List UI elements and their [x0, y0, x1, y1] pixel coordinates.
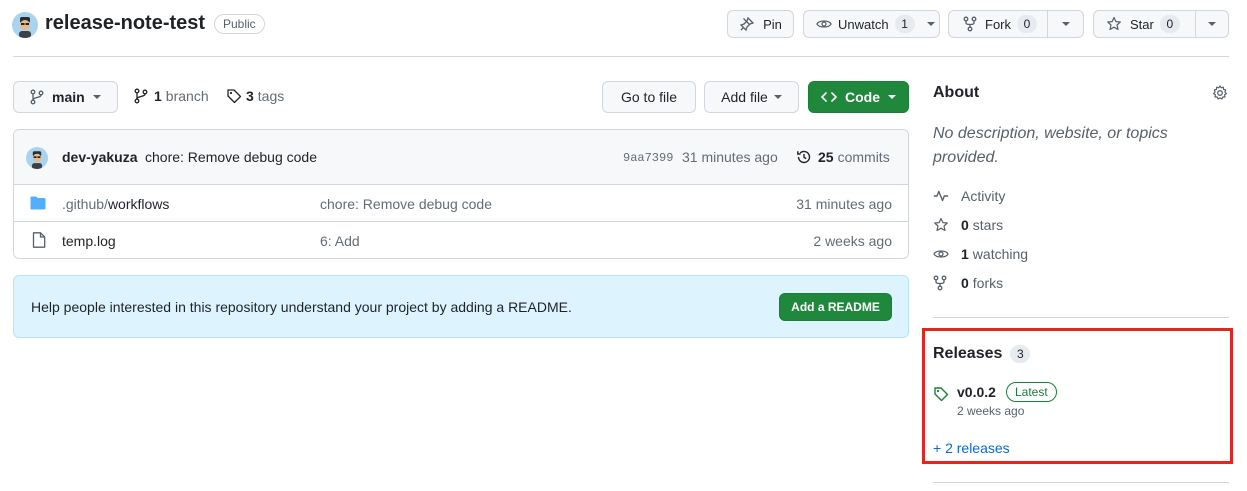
- star-label: Star: [1130, 16, 1154, 32]
- fork-icon: [963, 16, 977, 32]
- pulse-icon: [933, 188, 949, 204]
- file-commit-message-temp-log[interactable]: 6: Add: [320, 233, 360, 249]
- file-row-temp-log[interactable]: [14, 222, 908, 258]
- about-description: No description, website, or topics provi…: [933, 125, 1168, 166]
- add-file-button[interactable]: Add file: [704, 81, 799, 113]
- commit-word: commits: [837, 149, 890, 165]
- tag-word: tags: [257, 88, 285, 104]
- releases-heading: Releases: [933, 345, 1003, 362]
- fork-button[interactable]: Fork 0: [948, 10, 1048, 38]
- watch-count: 1: [894, 15, 915, 33]
- commit-message[interactable]: chore: Remove debug code: [145, 149, 317, 165]
- fork-dropdown-button[interactable]: [1047, 10, 1084, 38]
- fork-caret-icon: [1061, 22, 1070, 26]
- forks-fork-icon: [933, 275, 947, 291]
- visibility-badge: Public: [214, 14, 265, 34]
- watching-eye-icon: [933, 246, 949, 262]
- code-label: Code: [845, 89, 880, 105]
- activity-label: Activity: [961, 188, 1006, 204]
- file-icon: [32, 232, 46, 248]
- star-button[interactable]: Star 0: [1093, 10, 1196, 38]
- releases-heading-link[interactable]: Releases 3: [933, 345, 1031, 363]
- star-icon: [1106, 16, 1122, 32]
- file-path-prefix: .github/: [62, 196, 108, 212]
- commit-sha[interactable]: 9aa7399: [623, 151, 673, 165]
- star-count: 0: [1159, 15, 1180, 33]
- forks-word: forks: [972, 275, 1004, 291]
- release-time: 2 weeks ago: [957, 404, 1025, 418]
- file-path-name: workflows: [107, 196, 170, 212]
- releases-count: 3: [1010, 345, 1031, 363]
- watching-word: watching: [972, 246, 1029, 262]
- gear-icon[interactable]: [1212, 85, 1228, 101]
- code-caret-icon: [888, 95, 896, 99]
- watch-caret-icon: [926, 22, 935, 26]
- tag-count: 3: [246, 88, 254, 104]
- header-divider: [13, 56, 1229, 57]
- pin-icon: [739, 16, 755, 32]
- about-divider: [933, 317, 1229, 318]
- release-tag-icon: [933, 386, 949, 402]
- branch-word: branch: [165, 88, 209, 104]
- repo-name[interactable]: release-note-test: [45, 12, 205, 35]
- watching-count: 1: [961, 246, 969, 262]
- more-releases-link[interactable]: + 2 releases: [933, 440, 1010, 456]
- branch-count: 1: [154, 88, 162, 104]
- fork-label: Fork: [985, 16, 1011, 32]
- file-time-workflows: 31 minutes ago: [796, 196, 892, 212]
- branch-select-button[interactable]: main: [13, 81, 118, 113]
- eye-icon: [816, 16, 832, 32]
- history-icon: [796, 149, 812, 165]
- readme-banner: Help people interested in this repositor…: [13, 275, 909, 338]
- commit-author[interactable]: dev-yakuza: [62, 149, 137, 165]
- release-tag-name[interactable]: v0.0.2: [957, 384, 996, 400]
- readme-banner-text: Help people interested in this repositor…: [31, 299, 572, 315]
- file-name-workflows[interactable]: .github/workflows: [62, 196, 169, 212]
- add-file-caret-icon: [773, 95, 782, 99]
- file-time-temp-log: 2 weeks ago: [813, 233, 892, 249]
- tags-link[interactable]: 3 tags: [226, 88, 284, 104]
- stars-star-icon: [933, 217, 949, 233]
- activity-link[interactable]: Activity: [933, 188, 1005, 204]
- repo-avatar[interactable]: [12, 12, 38, 38]
- branch-icon: [30, 89, 44, 105]
- code-button[interactable]: Code: [808, 81, 909, 113]
- releases-divider: [933, 482, 1229, 483]
- stars-word: stars: [972, 217, 1004, 233]
- star-dropdown-button[interactable]: [1195, 10, 1229, 38]
- watching-link[interactable]: 1 watching: [933, 246, 1028, 262]
- code-icon: [821, 89, 837, 105]
- branches-link[interactable]: 1 branch: [134, 88, 209, 104]
- file-list-box: dev-yakuza chore: Remove debug code 9aa7…: [13, 129, 909, 259]
- pin-label: Pin: [763, 16, 782, 32]
- watch-label: Unwatch: [838, 16, 889, 32]
- about-heading: About: [933, 84, 980, 101]
- folder-icon: [30, 196, 46, 210]
- commit-author-avatar[interactable]: [26, 147, 48, 169]
- branch-caret-icon: [92, 95, 101, 99]
- star-caret-icon: [1208, 22, 1216, 26]
- go-to-file-button[interactable]: Go to file: [602, 81, 696, 113]
- branch-count-icon: [134, 88, 148, 104]
- forks-count: 0: [961, 275, 969, 291]
- commit-time: 31 minutes ago: [682, 149, 778, 165]
- fork-count: 0: [1017, 15, 1037, 33]
- latest-badge: Latest: [1006, 382, 1057, 402]
- pin-button[interactable]: Pin: [727, 10, 794, 38]
- file-name-temp-log[interactable]: temp.log: [62, 233, 116, 249]
- commits-link[interactable]: 25 commits: [796, 149, 890, 165]
- tag-icon: [226, 88, 242, 104]
- watch-button[interactable]: Unwatch 1: [803, 10, 940, 38]
- branch-name: main: [52, 89, 85, 105]
- file-commit-message-workflows[interactable]: chore: Remove debug code: [320, 196, 492, 212]
- forks-link[interactable]: 0 forks: [933, 275, 1003, 291]
- stars-link[interactable]: 0 stars: [933, 217, 1003, 233]
- add-readme-button[interactable]: Add a README: [779, 293, 892, 321]
- commit-count: 25: [818, 149, 834, 165]
- add-file-label: Add file: [721, 89, 768, 105]
- stars-count: 0: [961, 217, 969, 233]
